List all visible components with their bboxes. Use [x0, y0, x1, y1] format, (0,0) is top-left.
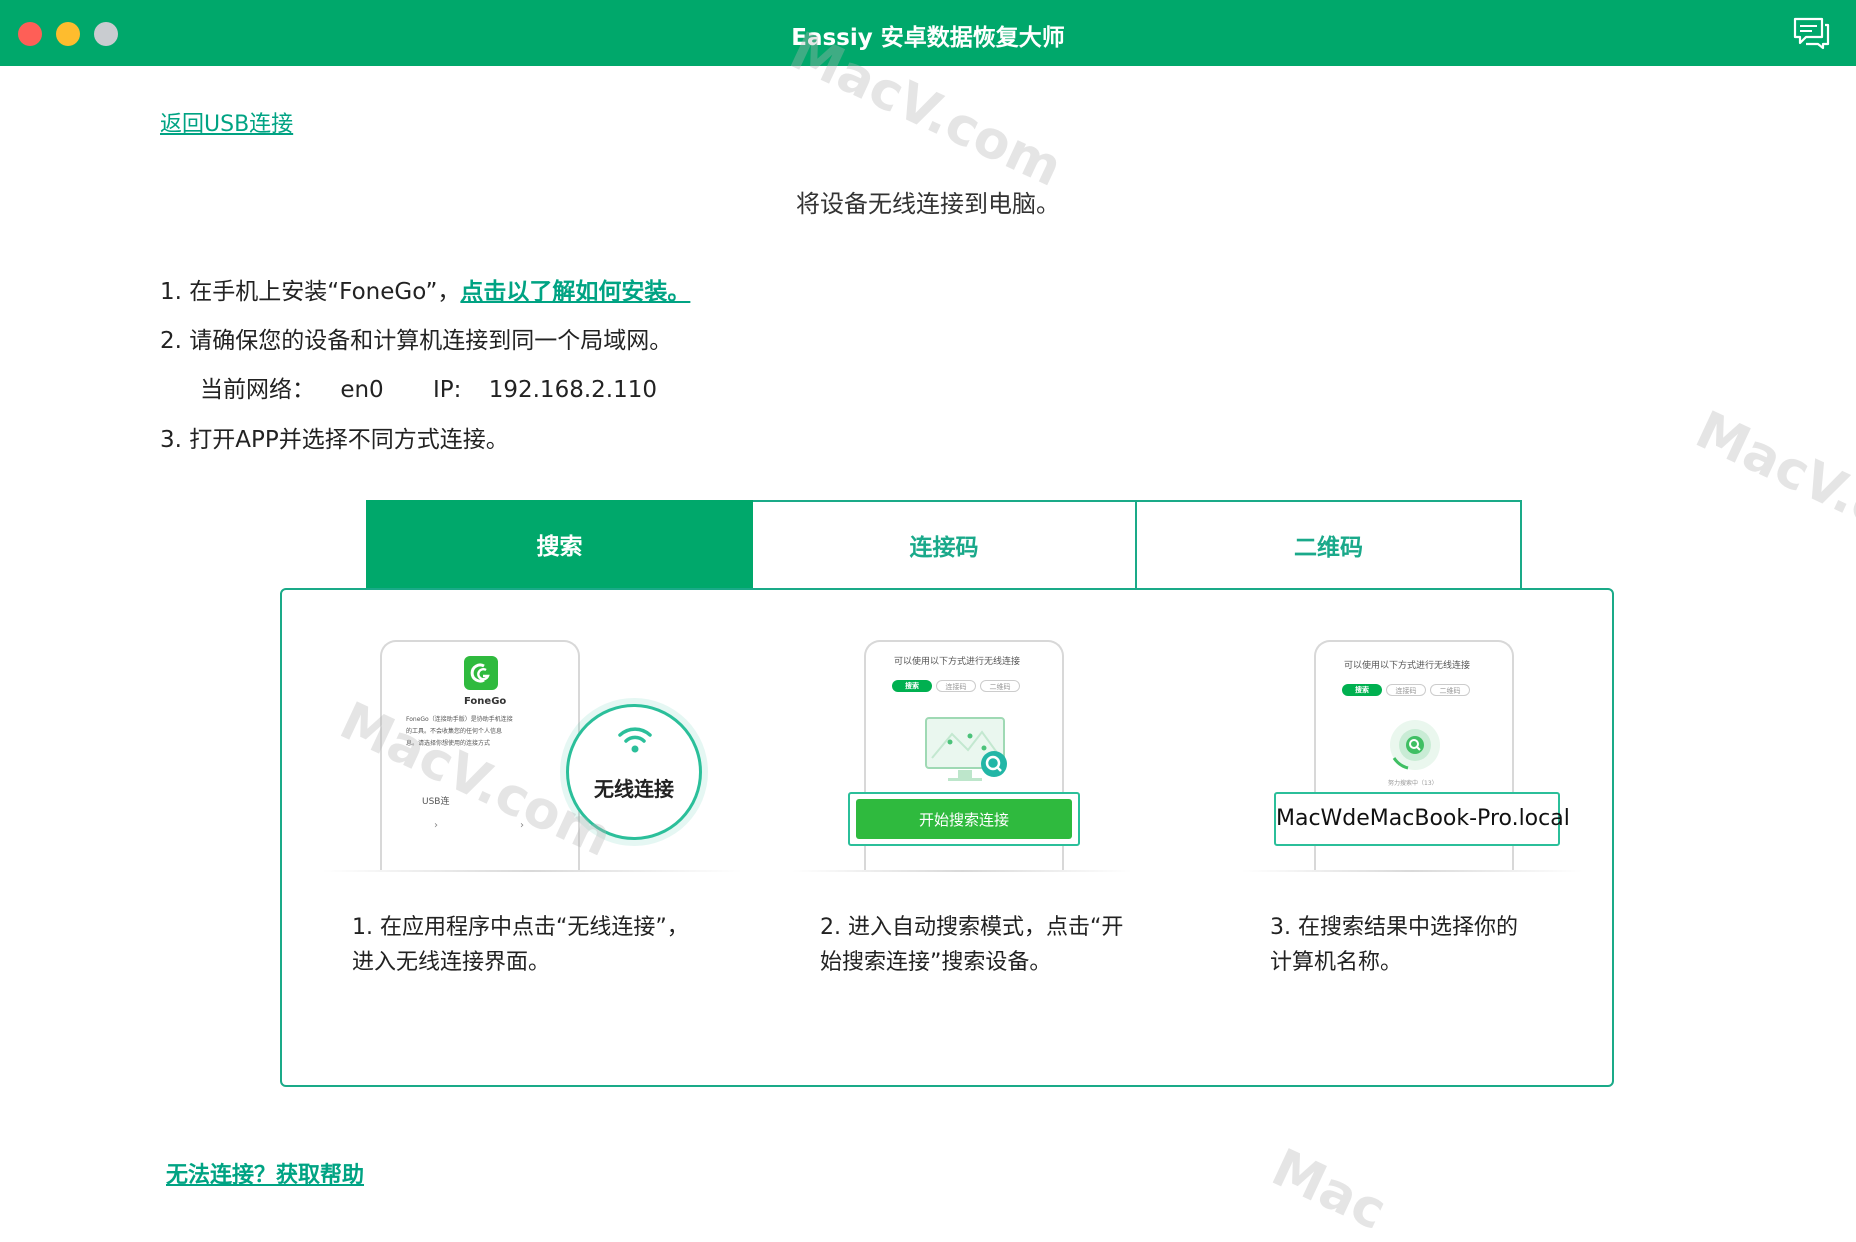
tab-connection-code[interactable]: 连接码 — [753, 500, 1137, 588]
caption-1-line-2: 进入无线连接界面。 — [352, 950, 551, 975]
page-heading: 将设备无线连接到电脑。 — [796, 190, 1060, 218]
phone-title: 可以使用以下方式进行无线连接 — [1344, 661, 1471, 671]
caption-2-line-1: 2. 进入自动搜索模式，点击“开 — [820, 915, 1124, 940]
mini-tab-search: 搜索 — [1342, 684, 1382, 696]
caption-3-line-2: 计算机名称。 — [1270, 950, 1403, 975]
window-title: Eassiy 安卓数据恢复大师 — [791, 25, 1065, 51]
mini-tab-search: 搜索 — [892, 680, 932, 692]
app-desc-3: 息。请选择你想使用的连接方式 — [406, 740, 491, 747]
caption-2-line-2: 始搜索连接”搜索设备。 — [820, 950, 1052, 975]
mini-tab-code: 连接码 — [1386, 684, 1426, 696]
ip-label: IP: — [433, 377, 462, 403]
tab-qr-code[interactable]: 二维码 — [1135, 500, 1522, 588]
chevron-right-icon: › — [434, 820, 438, 831]
title-bar: Eassiy 安卓数据恢复大师 — [0, 0, 1856, 66]
get-help-link[interactable]: 无法连接？获取帮助 — [166, 1157, 364, 1189]
start-search-button: 开始搜索连接 — [856, 799, 1072, 839]
connection-tabs: 搜索 连接码 二维码 — [366, 500, 1522, 588]
network-label: 当前网络： — [200, 377, 315, 403]
mini-tab-code: 连接码 — [936, 680, 976, 692]
network-value: en0 — [340, 377, 384, 403]
chevron-right-icon: › — [520, 820, 524, 831]
phone-mockup: FoneGo FoneGo（连接助手版）是协助手机连接 的工具。不会收集您的任何… — [380, 640, 580, 870]
wifi-icon — [618, 727, 652, 753]
tab-search[interactable]: 搜索 — [366, 500, 753, 588]
caption-step-1: 1. 在应用程序中点击“无线连接”， 进入无线连接界面。 — [352, 910, 689, 980]
step-1: 1. 在手机上安装“FoneGo”，点击以了解如何安装。 — [160, 272, 690, 306]
illustration-result: 可以使用以下方式进行无线连接 搜索 连接码 二维码 努力搜索中（13） MacW… — [1242, 640, 1582, 872]
illustration-search: 可以使用以下方式进行无线连接 搜索 连接码 二维码 开始搜索连接 — [792, 640, 1132, 872]
illustration-divider — [1242, 870, 1582, 872]
app-desc-2: 的工具。不会收集您的任何个人信息 — [406, 728, 503, 735]
illustration-divider — [322, 870, 742, 872]
mini-tab-qr: 二维码 — [980, 680, 1020, 692]
caption-1-line-1: 1. 在应用程序中点击“无线连接”， — [352, 915, 689, 940]
chat-bubble-icon[interactable] — [1792, 16, 1830, 50]
wireless-connect-badge: 无线连接 — [566, 704, 702, 840]
usb-option-label: USB连 — [422, 797, 450, 807]
wireless-connect-label: 无线连接 — [594, 777, 674, 801]
searching-status: 努力搜索中（13） — [1388, 780, 1438, 787]
illustration-divider — [792, 870, 1132, 872]
caption-step-3: 3. 在搜索结果中选择你的 计算机名称。 — [1270, 910, 1518, 980]
monitor-search-icon — [925, 717, 1007, 781]
app-desc-1: FoneGo（连接助手版）是协助手机连接 — [406, 716, 513, 723]
searching-radar-icon — [1390, 720, 1440, 770]
mini-tab-qr: 二维码 — [1430, 684, 1470, 696]
instruction-panel: FoneGo FoneGo（连接助手版）是协助手机连接 的工具。不会收集您的任何… — [280, 588, 1614, 1087]
fonego-logo-icon — [464, 656, 498, 690]
start-search-button-frame: 开始搜索连接 — [848, 792, 1080, 846]
caption-3-line-1: 3. 在搜索结果中选择你的 — [1270, 915, 1518, 940]
ip-value: 192.168.2.110 — [488, 377, 657, 403]
computer-name: MacWdeMacBook-Pro.local — [1276, 806, 1570, 831]
watermark: Mac — [1262, 1137, 1395, 1242]
step-2: 2. 请确保您的设备和计算机连接到同一个局域网。 — [160, 328, 673, 354]
step-1-text: 1. 在手机上安装“FoneGo”， — [160, 279, 461, 305]
watermark: MacV.c — [1686, 400, 1856, 540]
step-3: 3. 打开APP并选择不同方式连接。 — [160, 427, 509, 453]
app-name: FoneGo — [464, 696, 507, 707]
phone-title: 可以使用以下方式进行无线连接 — [894, 657, 1021, 667]
back-to-usb-link[interactable]: 返回USB连接 — [160, 106, 293, 138]
computer-name-result: MacWdeMacBook-Pro.local — [1274, 792, 1570, 846]
illustration-app: FoneGo FoneGo（连接助手版）是协助手机连接 的工具。不会收集您的任何… — [322, 640, 742, 872]
caption-step-2: 2. 进入自动搜索模式，点击“开 始搜索连接”搜索设备。 — [820, 910, 1123, 980]
network-info: 当前网络： en0 IP: 192.168.2.110 — [200, 370, 657, 404]
install-guide-link[interactable]: 点击以了解如何安装。 — [460, 279, 690, 305]
